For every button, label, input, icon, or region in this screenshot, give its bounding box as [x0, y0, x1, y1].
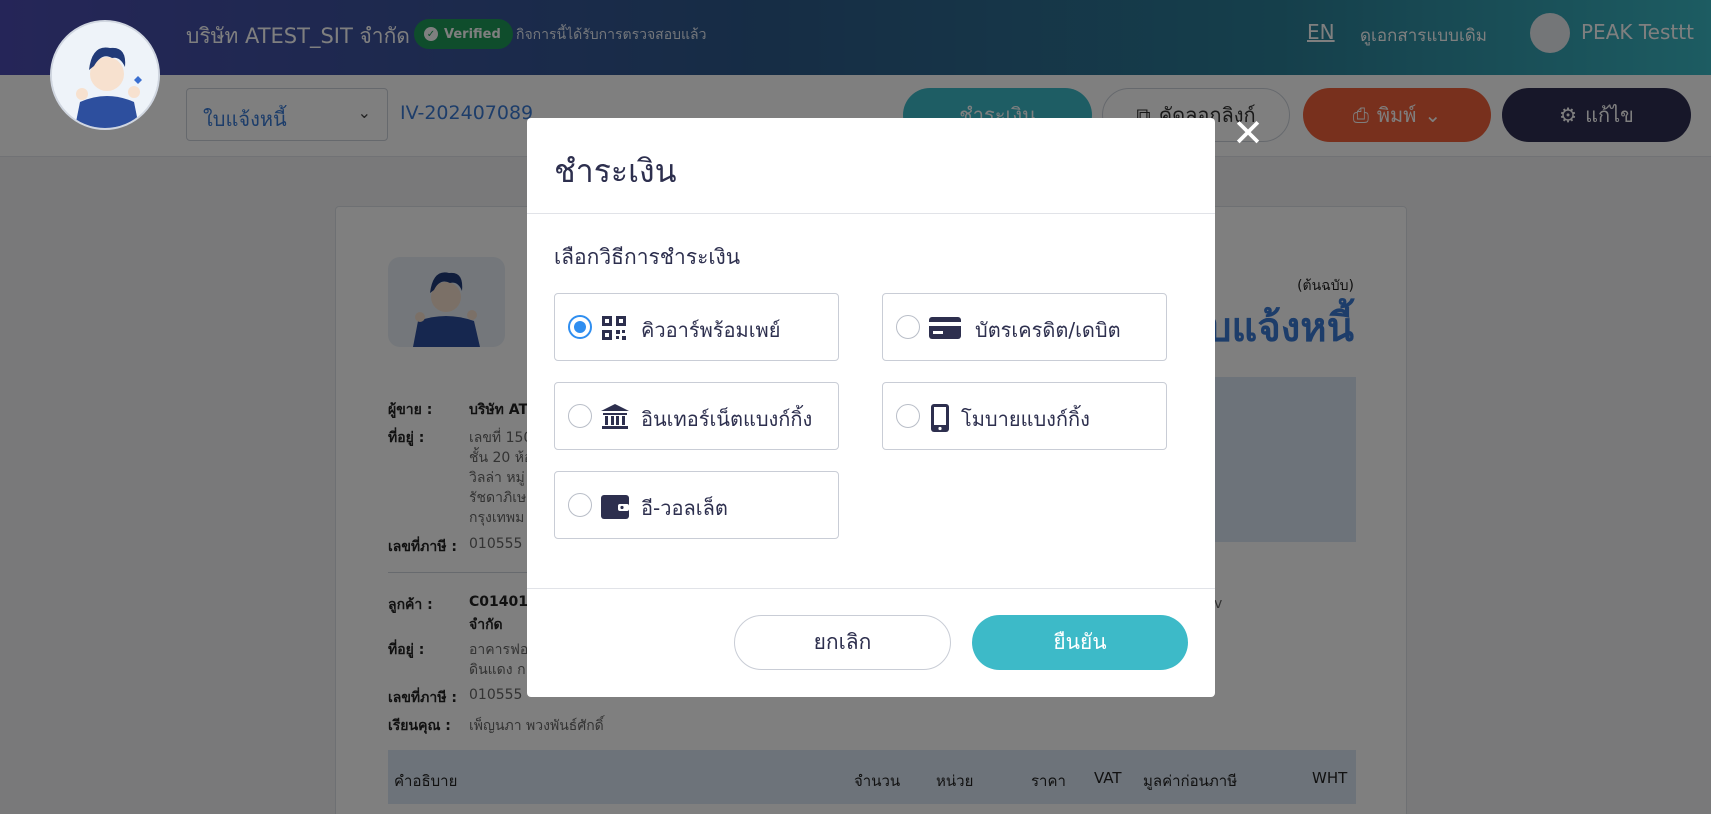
- option-label: อินเทอร์เน็ตแบงก์กิ้ง: [641, 407, 813, 431]
- payment-option-promptpay[interactable]: คิวอาร์พร้อมเพย์: [554, 293, 839, 361]
- option-label: โมบายแบงก์กิ้ง: [961, 407, 1090, 431]
- bank-icon: [601, 404, 629, 430]
- radio-selected[interactable]: [568, 315, 592, 339]
- payment-option-ewallet[interactable]: อี-วอลเล็ต: [554, 471, 839, 539]
- radio-unselected[interactable]: [568, 493, 592, 517]
- payment-method-label: เลือกวิธีการชำระเงิน: [554, 245, 741, 269]
- payment-option-card[interactable]: บัตรเครดิต/เดบิต: [882, 293, 1167, 361]
- qr-code-icon: [601, 315, 627, 341]
- option-label: บัตรเครดิต/เดบิต: [975, 318, 1121, 342]
- modal-divider: [527, 588, 1215, 589]
- payment-option-internet-banking[interactable]: อินเทอร์เน็ตแบงก์กิ้ง: [554, 382, 839, 450]
- radio-unselected[interactable]: [568, 404, 592, 428]
- close-icon[interactable]: ✕: [1228, 113, 1268, 153]
- cancel-button[interactable]: ยกเลิก: [734, 615, 951, 670]
- radio-unselected[interactable]: [896, 315, 920, 339]
- option-label: คิวอาร์พร้อมเพย์: [641, 318, 781, 342]
- radio-unselected[interactable]: [896, 404, 920, 428]
- payment-modal: ชำระเงิน เลือกวิธีการชำระเงิน คิวอาร์พร้…: [527, 118, 1215, 697]
- option-label: อี-วอลเล็ต: [641, 496, 728, 520]
- modal-title: ชำระเงิน: [554, 152, 677, 190]
- company-logo: [50, 20, 160, 130]
- wallet-icon: [601, 493, 629, 519]
- credit-card-icon: [929, 315, 961, 341]
- payment-option-mobile-banking[interactable]: โมบายแบงก์กิ้ง: [882, 382, 1167, 450]
- mobile-phone-icon: [931, 404, 949, 432]
- modal-divider: [527, 213, 1215, 214]
- confirm-button[interactable]: ยืนยัน: [972, 615, 1188, 670]
